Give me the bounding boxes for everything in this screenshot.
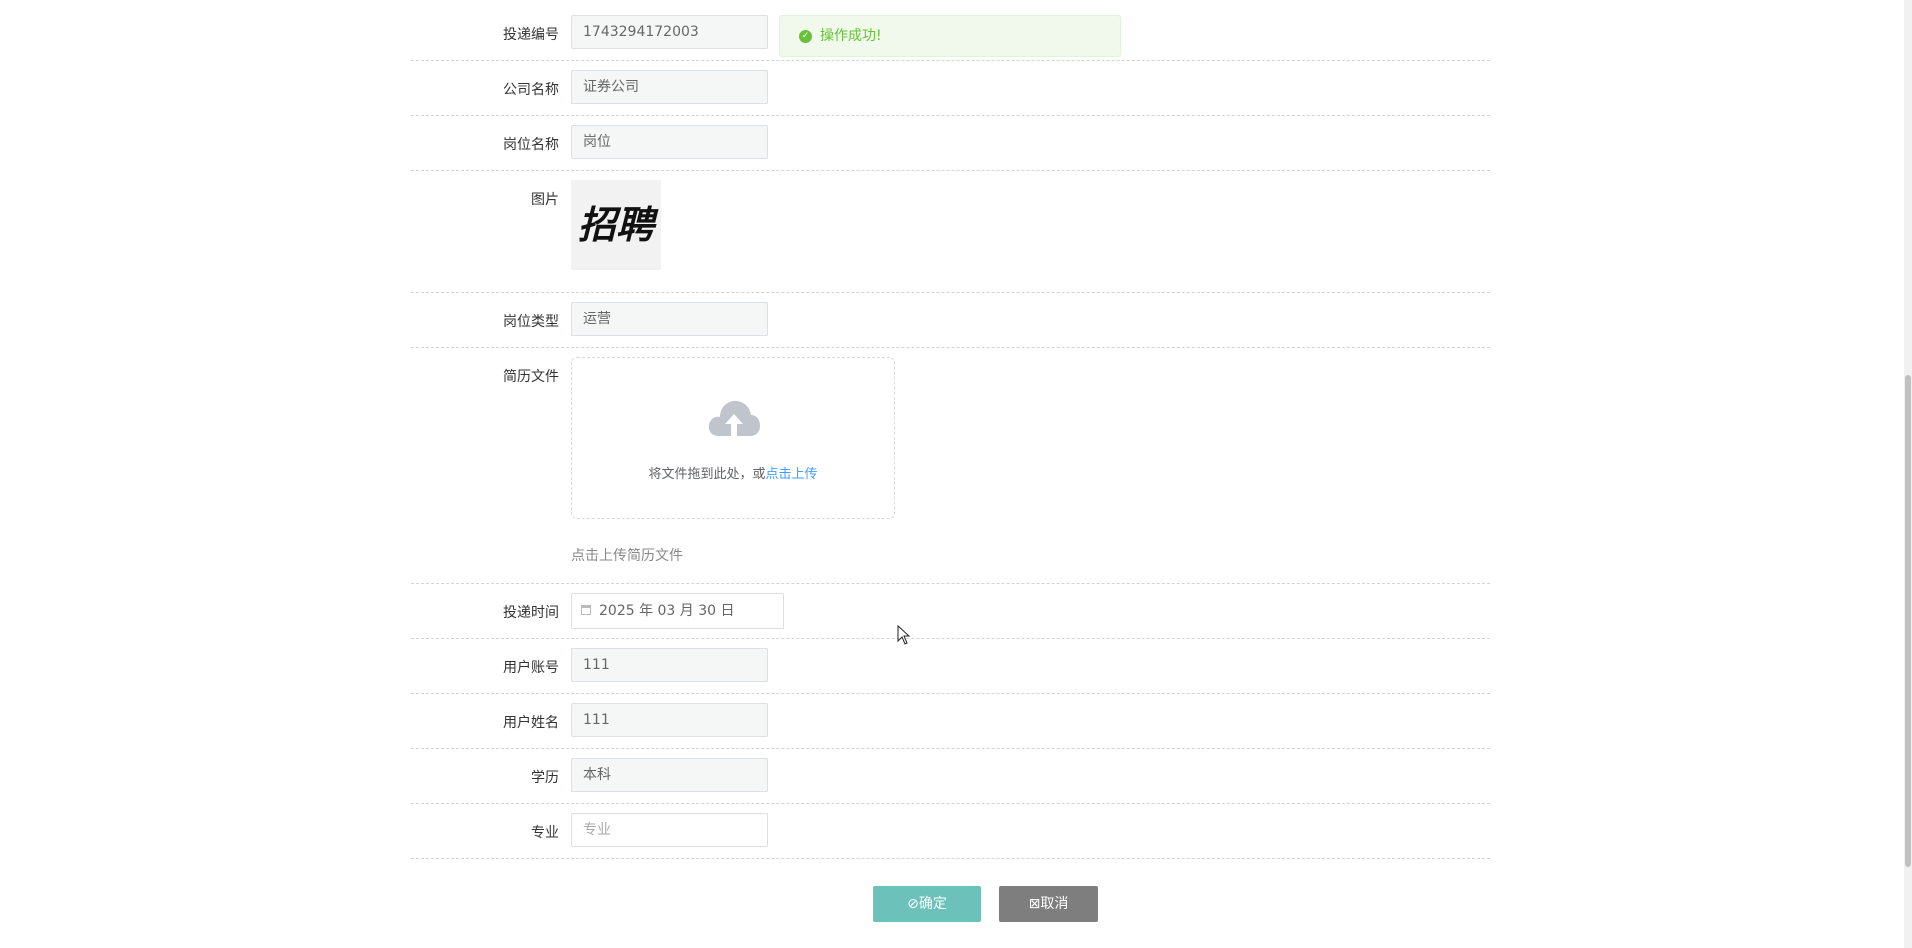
- delivery-time-picker[interactable]: 2025 年 03 月 30 日: [571, 593, 784, 629]
- label-delivery-no: 投递编号: [503, 27, 559, 43]
- label-user-account: 用户账号: [503, 660, 559, 676]
- delivery-time-value: 2025 年 03 月 30 日: [599, 603, 735, 619]
- cancel-button[interactable]: ⊠取消: [999, 886, 1098, 922]
- label-major: 专业: [531, 825, 559, 841]
- label-user-name: 用户姓名: [503, 715, 559, 731]
- success-toast: ✓ 操作成功!: [779, 15, 1121, 57]
- row-image: 图片 招聘: [411, 171, 1490, 293]
- row-position-type: 岗位类型 运营: [411, 293, 1490, 348]
- row-delivery-time: 投递时间 2025 年 03 月 30 日: [411, 584, 1490, 639]
- label-position: 岗位名称: [503, 137, 559, 153]
- row-user-account: 用户账号 111: [411, 639, 1490, 694]
- row-resume: 简历文件 将文件拖到此处，或点击上传 点击上传简历文件: [411, 348, 1490, 584]
- upload-link[interactable]: 点击上传: [766, 467, 818, 482]
- delivery-no-field[interactable]: 1743294172003: [571, 15, 768, 49]
- label-company: 公司名称: [503, 82, 559, 98]
- row-position: 岗位名称 岗位: [411, 116, 1490, 171]
- check-circle-icon: ✓: [799, 30, 812, 43]
- job-image-graphic: 招聘: [578, 202, 659, 247]
- cancel-label: 取消: [1040, 896, 1069, 912]
- resume-tip: 点击上传简历文件: [571, 548, 683, 564]
- calendar-icon: [581, 605, 591, 615]
- cloud-upload-icon: [708, 400, 760, 436]
- page-scrollbar[interactable]: [1904, 0, 1912, 948]
- check-icon: ⊘: [907, 896, 919, 912]
- user-name-field[interactable]: 111: [571, 703, 768, 737]
- label-image: 图片: [531, 192, 559, 208]
- row-company: 公司名称 证券公司: [411, 61, 1490, 116]
- row-user-name: 用户姓名 111: [411, 694, 1490, 749]
- label-education: 学历: [531, 770, 559, 786]
- toast-text: 操作成功!: [820, 28, 882, 44]
- position-type-field[interactable]: 运营: [571, 302, 768, 336]
- close-box-icon: ⊠: [1028, 896, 1041, 912]
- job-image[interactable]: 招聘: [571, 180, 661, 270]
- upload-hint: 将文件拖到此处，或点击上传: [572, 463, 894, 482]
- position-field[interactable]: 岗位: [571, 125, 768, 159]
- upload-hint-text: 将文件拖到此处，或: [648, 467, 766, 482]
- job-image-text: 招聘: [578, 202, 659, 247]
- major-input[interactable]: 专业: [571, 813, 768, 847]
- company-field[interactable]: 证券公司: [571, 70, 768, 104]
- label-position-type: 岗位类型: [503, 314, 559, 330]
- row-education: 学历 本科: [411, 749, 1490, 804]
- row-major: 专业 专业: [411, 804, 1490, 859]
- user-account-field[interactable]: 111: [571, 648, 768, 682]
- application-form: 投递编号 1743294172003 公司名称 证券公司 岗位名称 岗位 图片 …: [411, 0, 1490, 859]
- education-field[interactable]: 本科: [571, 758, 768, 792]
- confirm-label: 确定: [918, 896, 947, 912]
- scrollbar-thumb[interactable]: [1905, 375, 1911, 867]
- label-resume: 简历文件: [503, 369, 559, 385]
- confirm-button[interactable]: ⊘确定: [873, 886, 981, 922]
- resume-upload-dropzone[interactable]: 将文件拖到此处，或点击上传: [571, 357, 895, 519]
- mouse-cursor-icon: [897, 625, 911, 645]
- label-delivery-time: 投递时间: [503, 605, 559, 621]
